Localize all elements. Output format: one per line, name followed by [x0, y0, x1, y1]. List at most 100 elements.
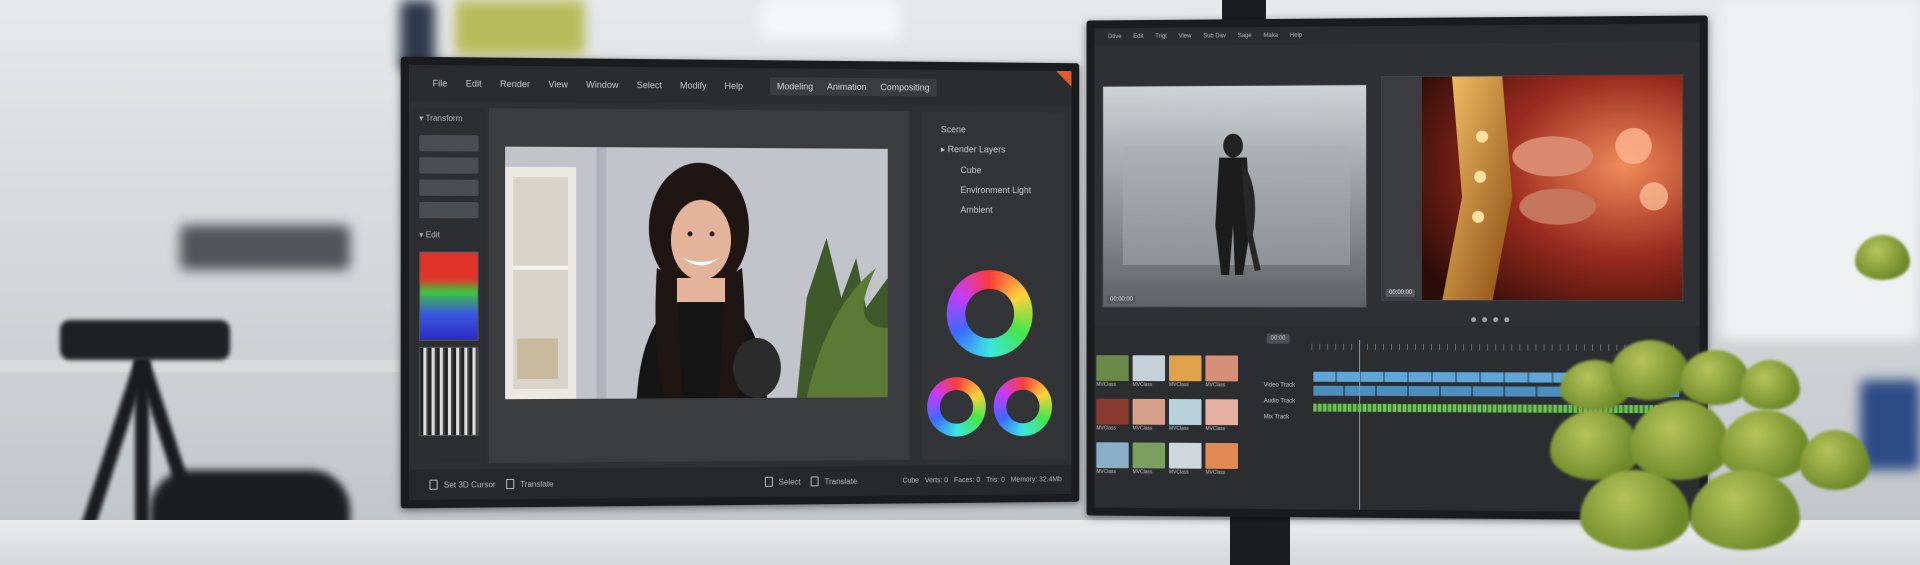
webcam-scene	[505, 147, 888, 400]
stat-memory: Memory: 32.4Mb	[1011, 476, 1062, 483]
next-frame-icon[interactable]	[1493, 317, 1498, 322]
media-item[interactable]: MVClass	[1205, 443, 1238, 477]
statusbar: Set 3D Cursor Translate Select Translate…	[409, 464, 1072, 500]
color-wheel-left[interactable]	[927, 377, 986, 437]
viewport[interactable]	[489, 108, 910, 463]
media-item[interactable]: MVClass	[1096, 442, 1128, 476]
menu-view[interactable]: View	[1173, 34, 1198, 40]
wall-frame-left	[180, 225, 350, 270]
program-preview[interactable]: 00:00:00	[1381, 74, 1683, 301]
menu-render[interactable]: Render	[491, 79, 539, 90]
menu-edit[interactable]: Edit	[1127, 34, 1149, 40]
media-item[interactable]: MVClass	[1169, 355, 1202, 389]
menu-file[interactable]: File	[423, 78, 456, 88]
tree-item-environment-light[interactable]: Environment Light	[941, 180, 1066, 200]
media-item[interactable]: MVClass	[1133, 399, 1165, 433]
stat-tris: Tris: 0	[986, 476, 1005, 483]
plant-leaf	[1740, 360, 1800, 410]
media-item[interactable]: MVClass	[1133, 355, 1165, 389]
translate-icon	[506, 479, 514, 489]
media-item[interactable]: MVClass	[1169, 443, 1202, 477]
menu-sub[interactable]: Sub Dav	[1197, 33, 1232, 39]
timeline-timecode: 00:00	[1267, 334, 1290, 344]
play-icon[interactable]	[1482, 317, 1487, 322]
scene-stats: Cube Verts: 0 Faces: 0 Tris: 0 Memory: 3…	[902, 476, 1071, 484]
set-cursor-button[interactable]: Set 3D Cursor	[429, 479, 495, 490]
select-icon	[765, 477, 773, 487]
source-preview[interactable]: 00:00:00	[1102, 84, 1367, 308]
menu-trim[interactable]: Trigt	[1149, 34, 1172, 40]
menu-stage[interactable]: Sage	[1232, 33, 1258, 39]
color-wheel-main[interactable]	[947, 270, 1033, 357]
menu-help[interactable]: Help	[716, 81, 752, 91]
select-button[interactable]: Select	[765, 477, 801, 487]
camera-tripod	[60, 320, 230, 360]
menu-modify[interactable]: Modify	[671, 80, 716, 90]
prev-frame-icon[interactable]	[1471, 317, 1476, 322]
texture-thumbnail[interactable]	[419, 347, 478, 436]
tree-item-cube[interactable]: Cube	[941, 160, 1066, 180]
corner-flag-icon	[1056, 71, 1072, 87]
tab-animation[interactable]: Animation	[820, 78, 873, 96]
3d-app-window: File Edit Render View Window Select Modi…	[409, 65, 1072, 500]
dancers-image	[1103, 85, 1367, 308]
media-item[interactable]: MVClass	[1096, 399, 1128, 433]
window-right	[1720, 0, 1920, 340]
translate-button[interactable]: Translate	[506, 479, 554, 490]
translate-button-2[interactable]: Translate	[811, 476, 858, 486]
menu-select[interactable]: Select	[628, 80, 671, 90]
color-map-thumbnail[interactable]	[419, 252, 478, 341]
move-icon	[811, 476, 819, 486]
panel-title-transform: ▾ Transform	[413, 107, 485, 129]
menu-window[interactable]: Window	[577, 80, 628, 90]
audio-track[interactable]	[1313, 404, 1679, 414]
saxophone-image	[1382, 75, 1683, 301]
webcam-preview-image	[505, 147, 888, 400]
plant-leaf-background	[1855, 235, 1910, 280]
tab-modeling[interactable]: Modeling	[770, 77, 820, 95]
left-monitor: File Edit Render View Window Select Modi…	[401, 57, 1079, 509]
scene-panel: Scene ▸ Render Layers Cube Environment L…	[921, 111, 1065, 459]
media-item[interactable]: MVClass	[1205, 355, 1238, 389]
scene-tree: Scene ▸ Render Layers Cube Environment L…	[921, 111, 1065, 220]
menu-edit[interactable]: Edit	[457, 78, 491, 88]
transport-controls	[1471, 312, 1509, 326]
tool-button[interactable]	[419, 135, 478, 152]
tool-button[interactable]	[419, 202, 478, 218]
menubar: Dtive Edit Trigt View Sub Dav Sage Maka …	[1094, 24, 1699, 47]
plant-leaf	[1720, 410, 1810, 480]
menu-drive[interactable]: Dtive	[1102, 34, 1127, 40]
plant-leaf	[1680, 350, 1750, 405]
menu-view[interactable]: View	[539, 79, 577, 89]
playhead[interactable]	[1359, 340, 1360, 510]
plant-leaf	[1690, 470, 1800, 550]
media-item[interactable]: MVClass	[1133, 442, 1165, 476]
track-label-audio: Audio Track	[1264, 393, 1295, 409]
menubar: File Edit Render View Window Select Modi…	[409, 65, 1072, 107]
media-item[interactable]: MVClass	[1169, 399, 1202, 433]
shelf	[0, 360, 400, 372]
color-wheel-right[interactable]	[994, 377, 1052, 437]
panel-title-edit: ▾ Edit	[413, 224, 485, 245]
tool-button[interactable]	[419, 180, 478, 196]
tool-button[interactable]	[419, 157, 478, 174]
office-scene: File Edit Render View Window Select Modi…	[0, 0, 1920, 565]
tree-item-render-layers[interactable]: ▸ Render Layers	[941, 139, 1066, 160]
menu-help[interactable]: Help	[1284, 33, 1308, 39]
track-labels: Video Track Audio Track Mix Track	[1264, 378, 1295, 426]
stat-faces: Faces: 0	[954, 476, 980, 483]
menu-mark[interactable]: Maka	[1258, 33, 1284, 39]
loop-icon[interactable]	[1504, 317, 1509, 322]
stat-verts: Verts: 0	[925, 477, 948, 484]
media-item[interactable]: MVClass	[1205, 399, 1238, 433]
scene-tree-title: Scene	[941, 119, 1066, 140]
tree-item-ambient[interactable]: Ambient	[941, 200, 1066, 220]
media-item[interactable]: MVClass	[1096, 355, 1128, 389]
mode-tabs: Modeling Animation Compositing	[770, 77, 937, 96]
track-label-video: Video Track	[1264, 378, 1295, 394]
tab-compositing[interactable]: Compositing	[874, 78, 937, 96]
tool-panel: ▾ Transform ▾ Edit	[413, 107, 485, 463]
plant-leaf	[1630, 400, 1730, 480]
wall-window-light	[760, 0, 900, 40]
cursor-icon	[429, 480, 437, 490]
